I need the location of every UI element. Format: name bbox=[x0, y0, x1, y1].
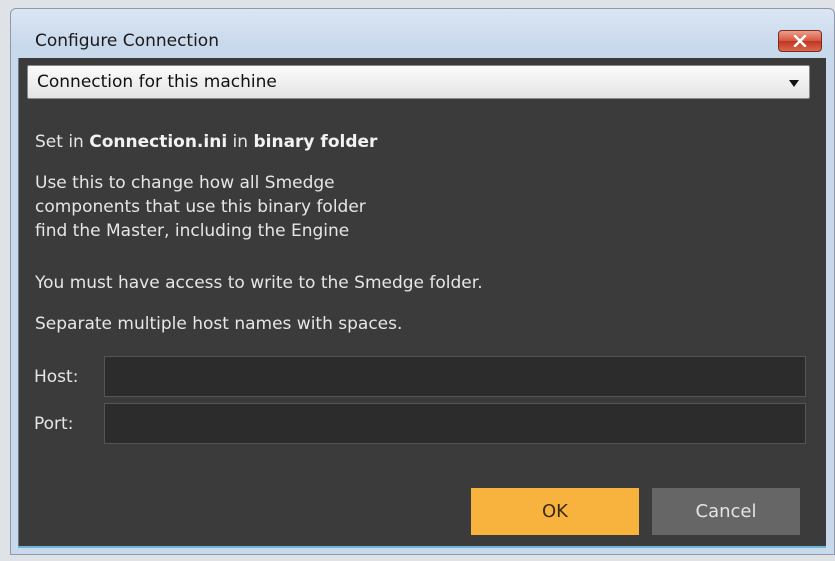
connection-type-value: Connection for this machine bbox=[37, 72, 277, 92]
close-icon bbox=[793, 35, 807, 47]
config-folder-name: binary folder bbox=[253, 132, 378, 152]
window-title: Configure Connection bbox=[35, 31, 219, 51]
config-file-name: Connection.ini bbox=[89, 132, 228, 152]
host-input[interactable] bbox=[104, 356, 806, 397]
config-location-prefix: Set in bbox=[35, 132, 90, 152]
hosts-note: Separate multiple host names with spaces… bbox=[35, 314, 403, 334]
config-location-mid: in bbox=[227, 132, 254, 152]
window-bottom-border bbox=[18, 546, 826, 548]
description-line-2: components that use this binary folder bbox=[35, 197, 366, 217]
host-label: Host: bbox=[34, 367, 79, 387]
dialog-body: Connection for this machine Set in Conne… bbox=[18, 58, 826, 547]
port-label: Port: bbox=[34, 414, 74, 434]
connection-type-select[interactable]: Connection for this machine bbox=[27, 65, 810, 99]
ok-button[interactable]: OK bbox=[471, 488, 639, 535]
access-note: You must have access to write to the Sme… bbox=[35, 273, 483, 293]
config-location-text: Set in Connection.ini in binary folder bbox=[35, 130, 377, 154]
description-line-1: Use this to change how all Smedge bbox=[35, 173, 335, 193]
description-line-3: find the Master, including the Engine bbox=[35, 221, 350, 241]
dropdown-arrow-icon bbox=[789, 80, 799, 87]
close-button[interactable] bbox=[778, 30, 822, 52]
port-input[interactable] bbox=[104, 403, 806, 444]
cancel-button[interactable]: Cancel bbox=[652, 488, 800, 535]
